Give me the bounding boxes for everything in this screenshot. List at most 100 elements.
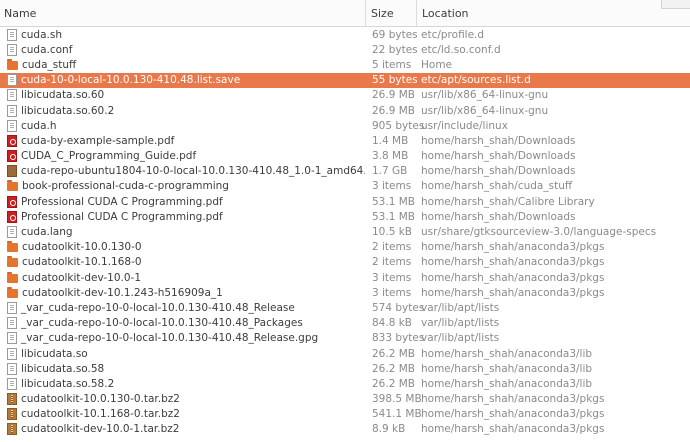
column-header-row: Name Size Location — [0, 0, 690, 27]
text-file-icon — [7, 226, 17, 239]
file-row[interactable]: cudatoolkit-dev-10.1.243-h516909a_1 3 ite… — [0, 285, 690, 300]
file-name: cudatoolkit-dev-10.1.243-h516909a_1 — [22, 286, 223, 299]
archive-icon — [7, 423, 17, 436]
file-row[interactable]: cudatoolkit-dev-10.0-1.tar.bz2 8.9 kB home… — [0, 422, 690, 437]
file-row[interactable]: cudatoolkit-10.0.130-0 2 items home/harsh_… — [0, 240, 690, 255]
file-row[interactable]: libicudata.so.58 26.2 MB home/harsh_shah/a… — [0, 361, 690, 376]
file-row[interactable]: _var_cuda-repo-10-0-local-10.0.130-410.4… — [0, 316, 690, 331]
file-location: etc/ld.so.conf.d — [421, 43, 501, 56]
file-name-cell: cudatoolkit-10.0.130-0 — [0, 241, 365, 253]
file-name-cell: cuda.conf — [0, 43, 365, 56]
file-name: cuda.h — [21, 119, 57, 132]
file-row[interactable]: cuda.lang 10.5 kB usr/share/gtksourceview-… — [0, 224, 690, 239]
file-location: home/harsh_shah/anaconda3/pkgs — [421, 393, 605, 406]
file-location: home/harsh_shah/anaconda3/lib — [421, 347, 593, 360]
file-name-cell: libicudata.so.58.2 — [0, 377, 365, 390]
pdf-icon — [7, 210, 17, 223]
file-name: cuda_stuff — [22, 58, 77, 71]
file-row[interactable]: cudatoolkit-dev-10.0-1 3 items home/harsh_… — [0, 270, 690, 285]
file-row[interactable]: _var_cuda-repo-10-0-local-10.0.130-410.4… — [0, 331, 690, 346]
file-name: cudatoolkit-10.1.168-0.tar.bz2 — [21, 408, 180, 421]
file-name-cell: cudatoolkit-dev-10.1.243-h516909a_1 — [0, 286, 365, 299]
file-row[interactable]: _var_cuda-repo-10-0-local-10.0.130-410.4… — [0, 300, 690, 315]
file-name-cell: _var_cuda-repo-10-0-local-10.0.130-410.4… — [0, 332, 365, 345]
file-row[interactable]: CUDA_C_Programming_Guide.pdf 3.8 MB home/h… — [0, 149, 690, 164]
file-name: cuda.lang — [21, 226, 73, 239]
file-row[interactable]: libicudata.so.60.2 26.9 MB usr/lib/x86_64-… — [0, 103, 690, 118]
file-size: 398.5 MB — [372, 393, 422, 406]
file-location: home/harsh_shah/anaconda3/lib — [421, 377, 593, 390]
file-name-cell: cudatoolkit-10.1.168-0 — [0, 256, 365, 268]
file-size: 2 items — [372, 256, 412, 269]
file-row[interactable]: cuda_stuff 5 items Home — [0, 57, 690, 72]
file-location: etc/apt/sources.list.d — [421, 74, 531, 87]
file-row[interactable]: cudatoolkit-10.0.130-0.tar.bz2 398.5 MB ho… — [0, 392, 690, 407]
pdf-icon — [7, 134, 17, 147]
file-row[interactable]: libicudata.so 26.2 MB home/harsh_shah/anac… — [0, 346, 690, 361]
file-name-cell: libicudata.so — [0, 347, 365, 360]
package-icon — [7, 165, 17, 178]
file-name: Professional CUDA C Programming.pdf — [21, 210, 223, 223]
file-size: 1.7 GB — [372, 165, 408, 178]
file-row[interactable]: cudatoolkit-10.1.168-0.tar.bz2 541.1 MB ho… — [0, 407, 690, 422]
file-size: 3 items — [372, 271, 412, 284]
file-row[interactable]: cuda-by-example-sample.pdf 1.4 MB home/har… — [0, 133, 690, 148]
file-name-cell: _var_cuda-repo-10-0-local-10.0.130-410.4… — [0, 301, 365, 314]
file-size: 53.1 MB — [372, 210, 415, 223]
file-size: 26.9 MB — [372, 104, 415, 117]
file-row[interactable]: cuda-repo-ubuntu1804-10-0-local-10.0.130… — [0, 164, 690, 179]
file-size: 10.5 kB — [372, 226, 413, 239]
file-name: libicudata.so.58.2 — [21, 377, 115, 390]
file-name: Professional CUDA C Programming.pdf — [21, 195, 223, 208]
file-row[interactable]: Professional CUDA C Programming.pdf 53.1 … — [0, 194, 690, 209]
file-location: home/harsh_shah/anaconda3/pkgs — [421, 286, 605, 299]
file-name: cuda-10-0-local-10.0.130-410.48.list.sav… — [21, 74, 241, 87]
archive-icon — [7, 393, 17, 406]
file-row[interactable]: cuda.sh 69 bytes etc/profile.d — [0, 27, 690, 42]
file-size: 574 bytes — [372, 301, 425, 314]
file-name-cell: cuda.lang — [0, 226, 365, 239]
file-location: home/harsh_shah/anaconda3/pkgs — [421, 423, 605, 436]
file-location: home/harsh_shah/anaconda3/pkgs — [421, 241, 605, 254]
file-location: home/harsh_shah/anaconda3/pkgs — [421, 256, 605, 269]
name-column-header[interactable]: Name — [0, 0, 365, 27]
folder-icon — [7, 180, 18, 192]
file-name: cuda-by-example-sample.pdf — [21, 134, 175, 147]
file-list-view[interactable]: Name Size Location cuda.sh 69 bytes etc/pr… — [0, 0, 690, 442]
file-name: CUDA_C_Programming_Guide.pdf — [21, 150, 197, 163]
file-name-cell: Professional CUDA C Programming.pdf — [0, 195, 365, 208]
file-name-cell: Professional CUDA C Programming.pdf — [0, 210, 365, 223]
file-size: 55 bytes — [372, 74, 418, 87]
file-row[interactable]: cudatoolkit-10.1.168-0 2 items home/harsh_… — [0, 255, 690, 270]
file-row[interactable]: cuda.conf 22 bytes etc/ld.so.conf.d — [0, 42, 690, 57]
file-name: cudatoolkit-10.1.168-0 — [22, 256, 142, 269]
size-column-header[interactable]: Size — [365, 0, 416, 27]
file-row[interactable]: cuda-10-0-local-10.0.130-410.48.list.sav… — [0, 72, 690, 88]
file-location: home/harsh_shah/Downloads — [421, 165, 576, 178]
folder-icon — [7, 271, 18, 283]
file-size: 905 bytes — [372, 119, 425, 132]
file-location: Home — [421, 58, 453, 71]
file-location: var/lib/apt/lists — [421, 317, 500, 330]
file-size: 22 bytes — [372, 43, 418, 56]
file-row[interactable]: cuda.h 905 bytes usr/include/linux — [0, 118, 690, 133]
text-file-icon — [7, 332, 17, 345]
scroll-corner — [661, 0, 690, 9]
file-row[interactable]: libicudata.so.60 26.9 MB usr/lib/x86_64-li… — [0, 88, 690, 103]
location-column-header[interactable]: Location — [416, 0, 690, 27]
text-file-icon — [7, 74, 17, 87]
file-size: 53.1 MB — [372, 195, 415, 208]
file-name-cell: libicudata.so.60 — [0, 89, 365, 102]
file-name: cudatoolkit-10.0.130-0 — [22, 241, 142, 254]
file-location: usr/lib/x86_64-linux-gnu — [421, 104, 549, 117]
text-file-icon — [7, 104, 17, 117]
file-size: 3 items — [372, 180, 412, 193]
file-size: 8.9 kB — [372, 423, 406, 436]
file-row[interactable]: book-professional-cuda-c-programming 3 it… — [0, 179, 690, 194]
file-row[interactable]: Professional CUDA C Programming.pdf 53.1 … — [0, 209, 690, 224]
file-size: 1.4 MB — [372, 134, 409, 147]
file-name: libicudata.so — [21, 347, 88, 360]
file-size: 26.2 MB — [372, 377, 415, 390]
file-location: home/harsh_shah/Downloads — [421, 210, 576, 223]
file-row[interactable]: libicudata.so.58.2 26.2 MB home/harsh_shah… — [0, 376, 690, 391]
